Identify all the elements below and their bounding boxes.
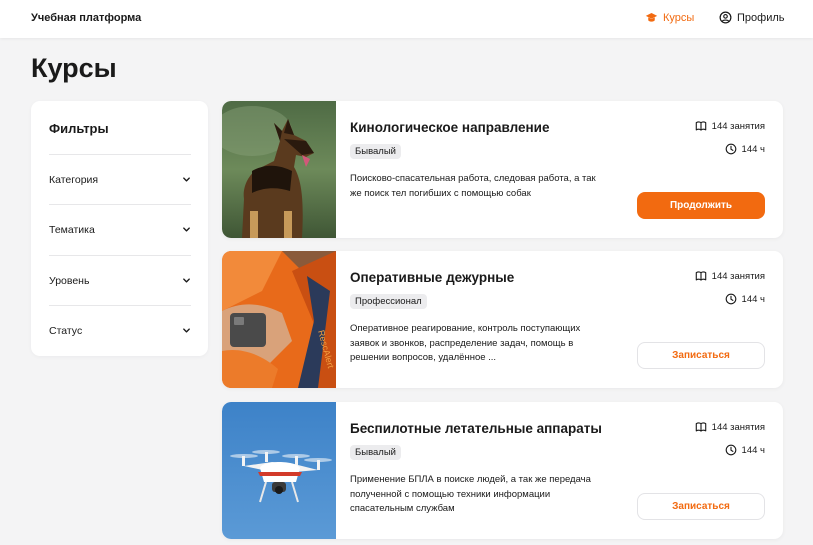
hours-count: 144 ч	[725, 444, 765, 456]
lessons-count: 144 занятия	[695, 270, 765, 282]
hours-label: 144 ч	[741, 293, 765, 305]
book-icon	[695, 120, 707, 132]
brand-name[interactable]: Учебная платформа	[31, 12, 141, 24]
chevron-down-icon	[182, 225, 191, 234]
filter-topic[interactable]: Тематика	[49, 204, 191, 254]
lessons-count: 144 занятия	[695, 421, 765, 433]
course-description: Применение БПЛА в поиске людей, а так же…	[350, 474, 591, 514]
level-badge: Бывалый	[350, 445, 401, 460]
hours-count: 144 ч	[725, 143, 765, 155]
lessons-label: 144 занятия	[711, 421, 765, 433]
book-icon	[695, 270, 707, 282]
nav-courses-label: Курсы	[663, 11, 695, 24]
hours-label: 144 ч	[741, 444, 765, 456]
hours-count: 144 ч	[725, 293, 765, 305]
chevron-down-icon	[182, 326, 191, 335]
course-card[interactable]: RescAlert Оперативные дежурные Профессио…	[222, 251, 783, 388]
chevron-down-icon	[182, 175, 191, 184]
clock-icon	[725, 444, 737, 456]
lessons-label: 144 занятия	[711, 120, 765, 132]
clock-icon	[725, 143, 737, 155]
filter-label: Тематика	[49, 223, 95, 236]
clock-icon	[725, 293, 737, 305]
filter-label: Категория	[49, 173, 99, 186]
page-title: Курсы	[31, 53, 117, 83]
user-circle-icon	[719, 11, 732, 24]
course-description: Оперативное реагирование, контроль посту…	[350, 323, 581, 363]
course-title[interactable]: Беспилотные летательные аппараты	[350, 421, 602, 436]
filter-category[interactable]: Категория	[49, 154, 191, 204]
course-title[interactable]: Кинологическое направление	[350, 120, 550, 135]
course-title[interactable]: Оперативные дежурные	[350, 270, 514, 285]
enroll-button[interactable]: Записаться	[637, 493, 765, 520]
graduation-cap-icon	[645, 11, 658, 24]
nav-profile[interactable]: Профиль	[719, 11, 785, 24]
dog-photo	[222, 101, 336, 238]
hours-label: 144 ч	[741, 143, 765, 155]
top-bar: Учебная платформа Курсы Профиль	[0, 0, 813, 38]
nav-courses[interactable]: Курсы	[645, 11, 694, 24]
filters-panel: Фильтры Категория Тематика Уровень Стату…	[31, 101, 208, 356]
course-card[interactable]: Беспилотные летательные аппараты Бывалый…	[222, 402, 783, 539]
course-description: Поисково-спасательная работа, следовая р…	[350, 173, 596, 199]
level-badge: Профессионал	[350, 294, 427, 309]
nav-profile-label: Профиль	[737, 11, 785, 24]
lessons-label: 144 занятия	[711, 270, 765, 282]
level-badge: Бывалый	[350, 144, 401, 159]
course-card[interactable]: Кинологическое направление Бывалый Поиск…	[222, 101, 783, 238]
filter-label: Уровень	[49, 274, 90, 287]
drone-photo	[222, 402, 336, 539]
filter-label: Статус	[49, 324, 83, 337]
radio-operator-photo: RescAlert	[222, 251, 336, 388]
lessons-count: 144 занятия	[695, 120, 765, 132]
enroll-button[interactable]: Записаться	[637, 342, 765, 369]
filter-status[interactable]: Статус	[49, 305, 191, 355]
continue-button[interactable]: Продолжить	[637, 192, 765, 219]
filters-title: Фильтры	[49, 121, 109, 136]
book-icon	[695, 421, 707, 433]
filter-level[interactable]: Уровень	[49, 255, 191, 305]
chevron-down-icon	[182, 276, 191, 285]
